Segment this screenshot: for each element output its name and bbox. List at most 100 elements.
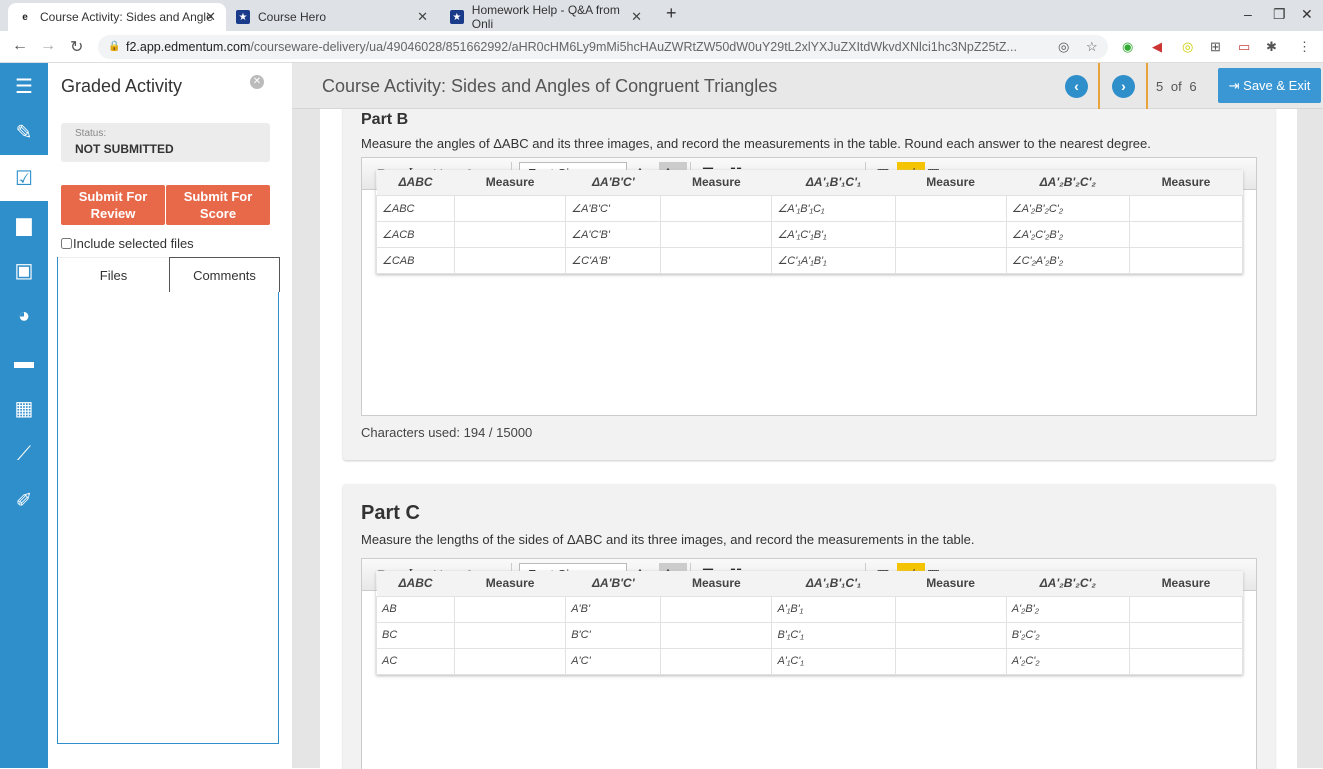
forward-icon[interactable]: → xyxy=(40,37,56,55)
label-cell: A'C' xyxy=(565,647,662,675)
close-panel-icon[interactable]: ✕ xyxy=(250,75,264,89)
measure-cell[interactable] xyxy=(454,246,567,274)
measure-cell[interactable] xyxy=(1128,246,1244,274)
activity-header: Course Activity: Sides and Angles of Con… xyxy=(292,63,1323,111)
measure-cell[interactable] xyxy=(894,220,1007,248)
menu-list-icon[interactable]: ☰ xyxy=(0,63,48,109)
address-bar-row: ← → ↻ 🔒 f2.app.edmentum.com/courseware-de… xyxy=(0,31,1323,63)
translate-hola-icon[interactable]: ▬ xyxy=(0,339,48,385)
measure-cell[interactable] xyxy=(454,595,567,623)
browser-tab-homework-help[interactable]: ★ Homework Help - Q&A from Onli ✕ xyxy=(440,3,652,31)
extensions-puzzle-icon[interactable]: ✱ xyxy=(1266,39,1277,55)
column-header: Measure xyxy=(895,170,1007,195)
measure-cell[interactable] xyxy=(454,220,567,248)
next-page-button[interactable]: › xyxy=(1112,75,1135,98)
cast-icon[interactable]: ▭ xyxy=(1238,39,1250,55)
measure-cell[interactable] xyxy=(894,194,1007,222)
reload-icon[interactable]: ↻ xyxy=(70,37,83,57)
save-exit-button[interactable]: ⇥ Save & Exit xyxy=(1218,68,1321,103)
measure-cell[interactable] xyxy=(894,595,1007,623)
measure-cell[interactable] xyxy=(454,647,567,675)
extension-megaphone-icon[interactable]: ◀ xyxy=(1152,39,1162,55)
label-cell: ∠ACB xyxy=(375,220,456,248)
measure-cell[interactable] xyxy=(894,246,1007,274)
measure-cell[interactable] xyxy=(1128,220,1244,248)
browser-tab-course-hero[interactable]: ★ Course Hero ✕ xyxy=(226,3,438,31)
part-c-description: Measure the lengths of the sides of ΔABC… xyxy=(361,532,975,547)
folder-icon[interactable]: ▆ xyxy=(0,201,48,247)
measure-cell[interactable] xyxy=(1128,647,1244,675)
measure-cell[interactable] xyxy=(1128,595,1244,623)
measure-cell[interactable] xyxy=(660,246,773,274)
measure-cell[interactable] xyxy=(660,194,773,222)
measure-cell[interactable] xyxy=(1128,194,1244,222)
include-files-check[interactable] xyxy=(61,238,72,249)
close-tab-icon[interactable]: ✕ xyxy=(205,9,216,25)
submit-for-score-button[interactable]: Submit For Score xyxy=(166,185,270,225)
submit-for-review-button[interactable]: Submit For Review xyxy=(61,185,165,225)
measure-cell[interactable] xyxy=(454,194,567,222)
browser-tab-course-activity[interactable]: e Course Activity: Sides and Angle ✕ xyxy=(8,3,226,31)
tool-rail: ☰ ✎ ☑ ▆ ▣ ◕ ▬ ▦ ⟋ ✐ xyxy=(0,63,48,768)
extension-icon[interactable]: ◉ xyxy=(1122,39,1133,55)
measure-cell[interactable] xyxy=(894,621,1007,649)
column-header: Measure xyxy=(454,571,566,596)
table-row: ∠CAB ∠C'A'B' ∠C'₁A'₁B'₁ ∠C'₂A'₂B'₂ xyxy=(375,246,1244,274)
column-header: Measure xyxy=(660,571,772,596)
part-c-table: ΔABC Measure ΔA'B'C' Measure ΔA'₁B'₁C'₁ Measu… xyxy=(375,571,1244,675)
graph-icon[interactable]: ⟋ xyxy=(0,431,48,477)
calculator-icon[interactable]: ▦ xyxy=(0,385,48,431)
status-box: Status: NOT SUBMITTED xyxy=(61,123,270,162)
dictionary-icon[interactable]: ▣ xyxy=(0,247,48,293)
measure-cell[interactable] xyxy=(660,595,773,623)
tab-comments[interactable]: Comments xyxy=(169,257,280,292)
label-cell: A'₁B'₁ xyxy=(771,595,896,623)
browser-tab-strip: e Course Activity: Sides and Angle ✕ ★ Cour… xyxy=(0,0,1323,31)
lock-icon: 🔒 xyxy=(108,41,121,52)
highlighter-icon[interactable]: ✐ xyxy=(0,477,48,523)
measure-cell[interactable] xyxy=(660,647,773,675)
extension-icon[interactable]: ◎ xyxy=(1182,39,1193,55)
measure-cell[interactable] xyxy=(660,220,773,248)
label-cell: A'₂C'₂ xyxy=(1005,647,1130,675)
restore-icon[interactable]: ❐ xyxy=(1273,6,1286,23)
label-cell: ∠ABC xyxy=(375,194,456,222)
column-header: Measure xyxy=(454,170,566,195)
column-header: ΔA'B'C' xyxy=(565,571,661,596)
main-area: Course Activity: Sides and Angles of Con… xyxy=(292,63,1323,769)
include-files-checkbox[interactable]: Include selected files xyxy=(61,236,194,251)
column-header: ΔA'₂B'₂C'₂ xyxy=(1006,571,1130,596)
exit-icon: ⇥ xyxy=(1228,78,1240,93)
bookmark-star-icon[interactable]: ☆ xyxy=(1086,39,1098,55)
back-icon[interactable]: ← xyxy=(12,37,28,55)
files-comments-panel: Files Comments xyxy=(57,257,280,744)
part-b-editor[interactable]: BIUx²x₂Font Sizes▼A ▾A ▾☰☷⇥≡≡≡▨√▦ ▾ΔABCM… xyxy=(361,157,1257,416)
menu-kebab-icon[interactable]: ⋮ xyxy=(1298,39,1311,55)
label-cell: A'₁C'₁ xyxy=(771,647,896,675)
text-to-speech-icon[interactable]: ◕ xyxy=(0,293,48,339)
close-tab-icon[interactable]: ✕ xyxy=(631,9,642,25)
label-cell: AC xyxy=(375,647,456,675)
column-header: ΔA'₁B'₁C'₁ xyxy=(771,571,896,596)
extension-grid-icon[interactable]: ⊞ xyxy=(1210,39,1221,55)
label-cell: A'₂B'₂ xyxy=(1005,595,1130,623)
measure-cell[interactable] xyxy=(894,647,1007,675)
tab-files[interactable]: Files xyxy=(58,257,169,292)
edit-notes-icon[interactable]: ✎ xyxy=(0,109,48,155)
eye-off-icon[interactable]: ◎ xyxy=(1058,39,1069,55)
minimize-icon[interactable]: – xyxy=(1244,6,1252,22)
column-header: ΔA'B'C' xyxy=(565,170,661,195)
new-tab-icon[interactable]: + xyxy=(666,3,677,24)
measure-cell[interactable] xyxy=(660,621,773,649)
close-window-icon[interactable]: ✕ xyxy=(1301,6,1313,23)
part-c-editor[interactable]: BIUx²x₂Font Sizes▼A ▾A ▾☰☷⇥≡≡≡▨√▦ ▾ΔABCM… xyxy=(361,558,1257,769)
graded-activity-icon[interactable]: ☑ xyxy=(0,155,48,201)
measure-cell[interactable] xyxy=(454,621,567,649)
table-row: BC B'C' B'₁C'₁ B'₂C'₂ xyxy=(375,621,1244,649)
measure-cell[interactable] xyxy=(1128,621,1244,649)
previous-page-button[interactable]: ‹ xyxy=(1065,75,1088,98)
url-input[interactable]: 🔒 f2.app.edmentum.com/courseware-delivery… xyxy=(98,35,1108,59)
label-cell: ∠C'₂A'₂B'₂ xyxy=(1005,246,1130,274)
close-tab-icon[interactable]: ✕ xyxy=(417,9,428,25)
column-header: Measure xyxy=(660,170,772,195)
